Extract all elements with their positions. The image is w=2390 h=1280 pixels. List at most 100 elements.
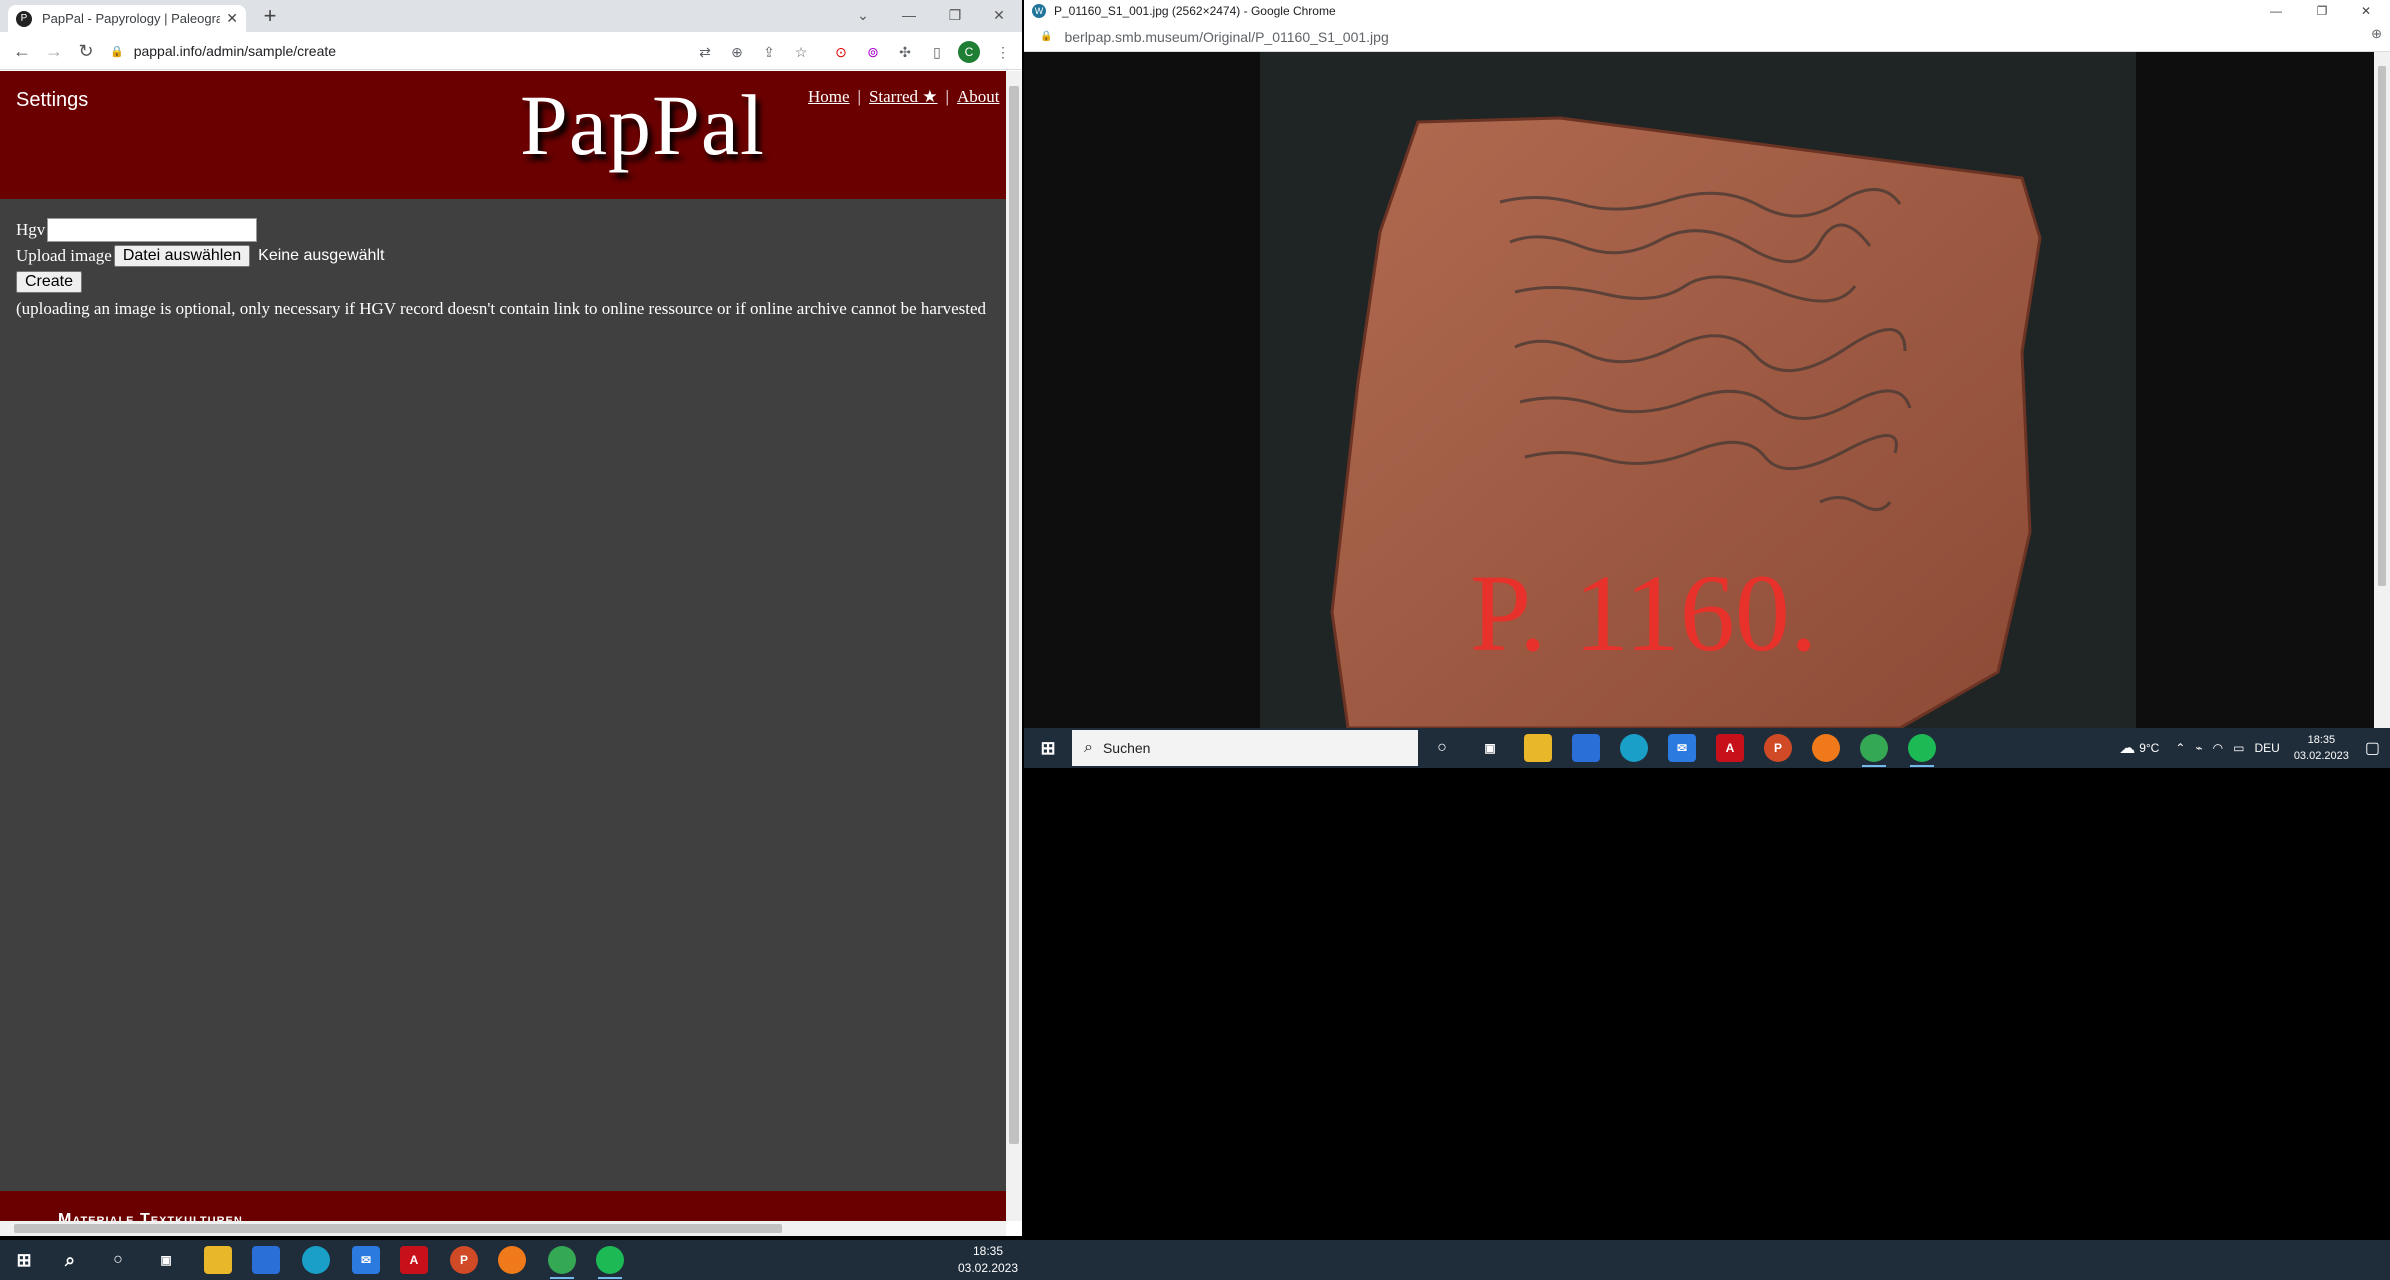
minimize-button[interactable]: — bbox=[886, 0, 932, 30]
create-button[interactable]: Create bbox=[16, 271, 83, 293]
footer-text: Materiale Textkulturen bbox=[58, 1211, 243, 1221]
nav-home-link[interactable]: Home bbox=[808, 87, 850, 106]
clock-date: 03.02.2023 bbox=[957, 1261, 1019, 1275]
edge-icon[interactable] bbox=[302, 1246, 330, 1274]
battery-icon[interactable]: ▭ bbox=[2233, 741, 2244, 755]
profile-avatar[interactable]: C bbox=[958, 41, 980, 63]
task-view-icon[interactable]: ▣ bbox=[152, 1246, 180, 1274]
minimize-button[interactable]: — bbox=[2254, 0, 2298, 22]
zoom-icon[interactable]: ⊕ bbox=[2371, 26, 2382, 42]
site-logo[interactable]: PapPal bbox=[520, 75, 765, 175]
cortana-icon[interactable]: ○ bbox=[1428, 734, 1456, 762]
restore-button[interactable]: ❐ bbox=[2300, 0, 2344, 22]
spotify-icon[interactable] bbox=[1908, 734, 1936, 762]
vertical-scroll-thumb[interactable] bbox=[2378, 66, 2386, 586]
header-banner: Settings PapPal Home | Starred ★ | About bbox=[0, 71, 1006, 199]
chevron-up-icon[interactable]: ⌃ bbox=[2175, 741, 2185, 755]
file-explorer-icon[interactable] bbox=[1524, 734, 1552, 762]
forward-icon[interactable]: → bbox=[42, 40, 66, 64]
toolbar: ← → ↻ 🔒 pappal.info/admin/sample/create … bbox=[0, 32, 1022, 70]
back-icon[interactable]: ← bbox=[10, 40, 34, 64]
system-tray: ☁ 9°C ⌃ ⌁ ◠ ▭ DEU 18:35 03.02.2023 ▢ bbox=[2119, 728, 2380, 768]
bookmark-star-icon[interactable]: ☆ bbox=[790, 41, 812, 63]
nav-separator: | bbox=[945, 87, 949, 106]
start-windows-icon[interactable]: ⊞ bbox=[10, 1246, 38, 1274]
hgv-input[interactable] bbox=[47, 218, 258, 242]
main-taskbar: ⊞ ⌕ ○ ▣ ✉ A P 18:35 03.02.2023 bbox=[0, 1240, 2390, 1280]
weather-text[interactable]: 9°C bbox=[2139, 741, 2159, 755]
clock[interactable]: 18:35 03.02.2023 bbox=[2294, 732, 2349, 764]
choose-file-button[interactable]: Datei auswählen bbox=[113, 245, 251, 267]
window-title: P_01160_S1_001.jpg (2562×2474) - Google … bbox=[1054, 4, 1336, 18]
mail-icon[interactable]: ✉ bbox=[352, 1246, 380, 1274]
horizontal-scroll-thumb[interactable] bbox=[14, 1224, 782, 1233]
ostracon-image[interactable]: P. 1160. bbox=[1260, 52, 2136, 728]
nav-starred-link[interactable]: Starred ★ bbox=[869, 87, 938, 106]
acrobat-icon[interactable]: A bbox=[1716, 734, 1744, 762]
powerpoint-icon[interactable]: P bbox=[450, 1246, 478, 1274]
mail-icon[interactable]: ✉ bbox=[1668, 734, 1696, 762]
pappal-favicon-icon: P bbox=[16, 10, 32, 27]
extension-icon[interactable]: ⊙ bbox=[830, 41, 852, 63]
start-windows-icon[interactable]: ⊞ bbox=[1034, 734, 1062, 762]
side-panel-icon[interactable]: ▯ bbox=[926, 41, 948, 63]
network-icon[interactable]: ⌁ bbox=[2195, 741, 2202, 755]
address-bar[interactable]: 🔒 berlpap.smb.museum/Original/P_01160_S1… bbox=[1024, 22, 2390, 52]
firefox-icon[interactable] bbox=[1812, 734, 1840, 762]
store-icon[interactable] bbox=[1572, 734, 1600, 762]
search-icon: ⌕ bbox=[1084, 739, 1093, 756]
wifi-icon[interactable]: ◠ bbox=[2213, 741, 2223, 755]
translate-icon[interactable]: ⇄ bbox=[694, 41, 716, 63]
new-tab-button[interactable]: + bbox=[256, 4, 284, 28]
acrobat-icon[interactable]: A bbox=[400, 1246, 428, 1274]
search-icon[interactable]: ⌕ bbox=[56, 1246, 84, 1274]
address-bar[interactable]: 🔒 pappal.info/admin/sample/create bbox=[110, 36, 710, 66]
notification-icon[interactable]: ▢ bbox=[2365, 738, 2380, 758]
clock-time: 18:35 bbox=[2307, 734, 2336, 746]
file-explorer-icon[interactable] bbox=[204, 1246, 232, 1274]
menu-icon[interactable]: ⋮ bbox=[992, 41, 1014, 63]
clock[interactable]: 18:35 03.02.2023 bbox=[955, 1243, 1021, 1277]
no-file-text: Keine ausgewählt bbox=[258, 247, 385, 264]
powerpoint-icon[interactable]: P bbox=[1764, 734, 1792, 762]
active-indicator bbox=[550, 1277, 574, 1279]
store-icon[interactable] bbox=[252, 1246, 280, 1274]
nav-about-link[interactable]: About bbox=[957, 87, 1000, 106]
chrome-icon[interactable] bbox=[548, 1246, 576, 1274]
address-text: pappal.info/admin/sample/create bbox=[133, 43, 337, 59]
hgv-label: Hgv bbox=[16, 220, 46, 239]
title-bar: W P_01160_S1_001.jpg (2562×2474) - Googl… bbox=[1024, 0, 2390, 22]
taskbar-search-box[interactable]: ⌕ Suchen bbox=[1072, 730, 1418, 766]
close-window-button[interactable]: ✕ bbox=[976, 0, 1022, 30]
address-text: berlpap.smb.museum/Original/P_01160_S1_0… bbox=[1064, 28, 1389, 45]
cortana-icon[interactable]: ○ bbox=[104, 1246, 132, 1274]
cloud-icon[interactable]: ☁ bbox=[2119, 738, 2135, 758]
close-window-button[interactable]: ✕ bbox=[2344, 0, 2388, 22]
tab-pappal[interactable]: P PapPal - Papyrology | Paleograph ✕ bbox=[8, 5, 246, 32]
share-icon[interactable]: ⇪ bbox=[758, 41, 780, 63]
clock-date: 03.02.2023 bbox=[2293, 750, 2349, 762]
language-indicator[interactable]: DEU bbox=[2254, 741, 2279, 755]
active-indicator bbox=[1862, 765, 1886, 767]
zoom-icon[interactable]: ⊕ bbox=[726, 41, 748, 63]
top-nav: Home | Starred ★ | About bbox=[808, 87, 999, 107]
active-indicator bbox=[1910, 765, 1934, 767]
vertical-scroll-thumb[interactable] bbox=[1009, 86, 1019, 1144]
wordpress-favicon-icon: W bbox=[1032, 4, 1046, 18]
task-view-icon[interactable]: ▣ bbox=[1476, 734, 1504, 762]
chrome-icon[interactable] bbox=[1860, 734, 1888, 762]
search-placeholder: Suchen bbox=[1102, 740, 1151, 756]
close-tab-icon[interactable]: ✕ bbox=[226, 10, 238, 27]
extensions-puzzle-icon[interactable]: ✣ bbox=[894, 41, 916, 63]
spotify-icon[interactable] bbox=[596, 1246, 624, 1274]
nav-separator: | bbox=[857, 87, 861, 106]
restore-button[interactable]: ❐ bbox=[932, 0, 978, 30]
inscription-text: P. 1160. bbox=[1470, 552, 1817, 674]
extension-icon[interactable]: ⊚ bbox=[862, 41, 884, 63]
firefox-icon[interactable] bbox=[498, 1246, 526, 1274]
tab-search-icon[interactable]: ⌄ bbox=[840, 0, 886, 30]
reload-icon[interactable]: ↻ bbox=[74, 40, 98, 64]
ostracon-picture: P. 1160. bbox=[1260, 52, 2136, 728]
edge-icon[interactable] bbox=[1620, 734, 1648, 762]
settings-link[interactable]: Settings bbox=[16, 89, 88, 112]
